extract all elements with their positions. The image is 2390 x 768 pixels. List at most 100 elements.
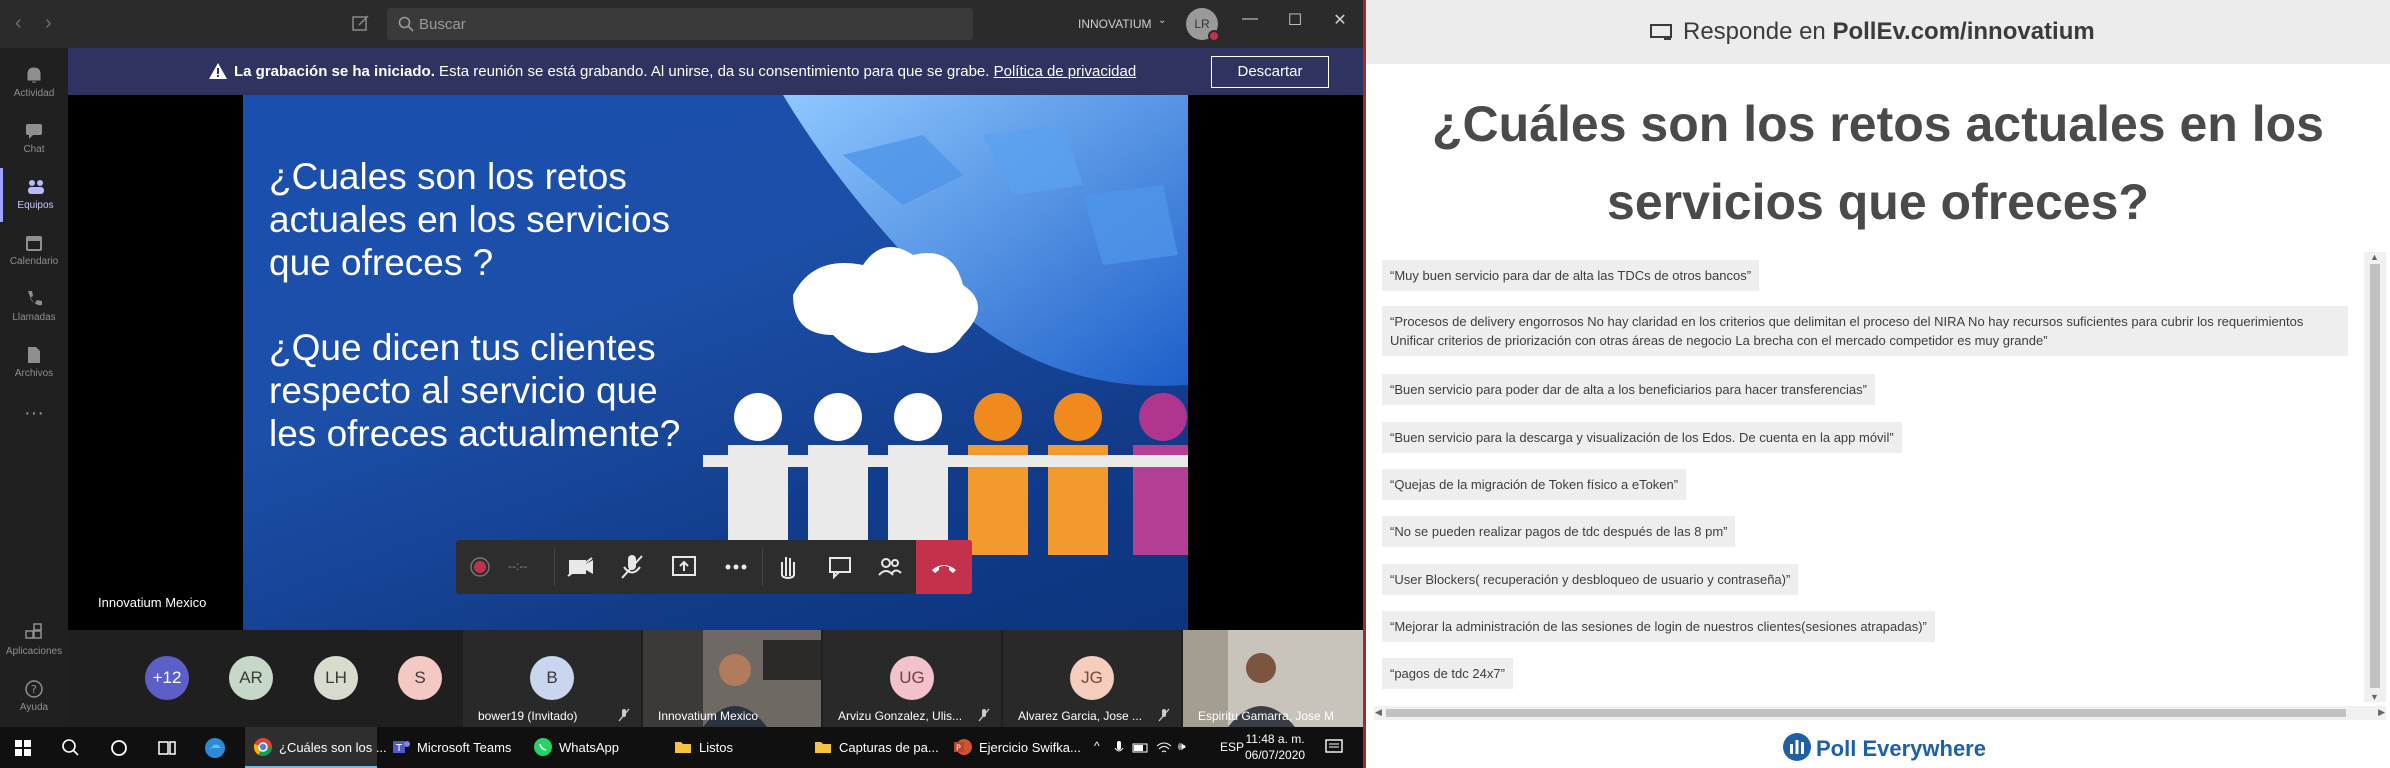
rail-label: Archivos [14,368,54,379]
windows-start-icon[interactable] [10,735,36,761]
compose-icon[interactable] [350,12,372,34]
rail-label: Equipos [17,200,54,211]
share-screen-icon[interactable] [660,540,708,594]
participant-avatar[interactable]: S [398,656,442,700]
participant-tile[interactable]: JG Alvarez Garcia, Jose ... [1003,630,1181,727]
task-view-icon[interactable] [154,735,180,761]
svg-text:?: ? [31,683,37,696]
org-switcher[interactable]: INNOVATIUM [1078,17,1152,31]
camera-off-icon[interactable] [556,540,604,594]
participant-tile[interactable]: Espiritu Gamarra, Jose Mar... [1183,630,1363,727]
taskbar-app-label: WhatsApp [559,740,619,755]
wifi-icon[interactable] [1156,740,1172,756]
speaker-icon[interactable]: 🕪 [1178,739,1186,754]
rail-chat[interactable]: Chat [0,112,68,166]
participant-name: Alvarez Garcia, Jose ... [1018,709,1143,723]
forward-arrow-icon[interactable]: › [45,12,52,35]
respond-instruction: Responde en PollEv.com/innovatium [1649,18,2095,46]
clock-date: 06/07/2020 [1245,748,1306,762]
participants-icon[interactable] [866,540,914,594]
scroll-thumb[interactable] [2370,264,2380,688]
scroll-right-icon[interactable]: ▶ [2378,707,2385,718]
response-item: “Buen servicio para la descarga y visual… [1382,422,1902,453]
taskbar-app-folder[interactable]: Listos [665,727,795,768]
screen-icon [1650,24,1672,40]
overflow-participants[interactable]: +12 [145,656,189,700]
input-language[interactable]: ESP [1220,740,1244,754]
microphone-icon[interactable] [1114,740,1124,756]
scroll-down-icon[interactable]: ▼ [2370,692,2379,702]
participant-tile[interactable]: Innovatium Mexico [643,630,821,727]
more-apps-icon[interactable]: ··· [0,402,68,425]
participant-avatar[interactable]: LH [314,656,358,700]
rail-teams[interactable]: Equipos [0,168,68,222]
chevron-down-icon[interactable]: ⌄ [1158,15,1166,26]
participant-tile[interactable]: UG Arvizu Gonzalez, Ulis... [823,630,1001,727]
response-item: “Procesos de delivery engorrosos No hay … [1382,306,2348,356]
vertical-scrollbar[interactable]: ▲ ▼ [2364,252,2386,702]
banner-message: La grabación se ha iniciado. Esta reunió… [234,63,1136,80]
taskbar-app-label: Ejercicio Swifka... [979,740,1081,755]
horizontal-scrollbar[interactable]: ◀ ▶ [1374,706,2386,720]
taskbar-app-folder[interactable]: Capturas de pa... [805,727,939,768]
scroll-thumb[interactable] [1386,709,2346,717]
avatar[interactable]: LR [1186,8,1220,42]
participant-tile[interactable]: B bower19 (Invitado) [463,630,641,727]
help-icon: ? [25,680,43,698]
taskbar-app-whatsapp[interactable]: WhatsApp [525,727,655,768]
dismiss-button[interactable]: Descartar [1211,56,1329,88]
rail-label: Aplicaciones [5,646,63,657]
taskbar-app-powerpoint[interactable]: P Ejercicio Swifka... [945,727,1081,768]
minimize-icon[interactable]: — [1235,10,1265,28]
taskbar-app-teams[interactable]: T Microsoft Teams [383,727,523,768]
poll-question: ¿Cuáles son los retos actuales en los se… [1366,85,2390,241]
search-input[interactable]: Buscar [387,8,973,40]
scroll-up-icon[interactable]: ▲ [2370,252,2379,262]
rail-label: Chat [23,144,45,155]
more-actions-icon[interactable] [712,540,760,594]
mic-muted-icon [618,708,630,722]
file-icon [28,347,40,363]
rail-calendar[interactable]: Calendario [0,224,68,278]
hang-up-button[interactable] [916,540,972,594]
slide-question-line: ¿Cuales son los retos [269,156,627,197]
search-icon[interactable] [58,735,84,761]
poll-question-line: servicios que ofreces? [1607,174,2149,230]
teams-app-icon: T [393,741,410,754]
back-arrow-icon[interactable]: ‹ [15,12,22,35]
mic-off-icon[interactable] [608,540,656,594]
record-icon[interactable] [456,540,504,594]
response-item: “Buen servicio para poder dar de alta a … [1382,374,1875,405]
scroll-left-icon[interactable]: ◀ [1375,707,1382,718]
rail-label: Actividad [13,88,55,99]
whatsapp-icon [534,738,552,756]
call-controls: --:-- [456,540,972,594]
participant-avatar[interactable]: AR [229,656,273,700]
recording-banner: La grabación se ha iniciado. Esta reunió… [68,48,1363,95]
response-item: “Mejorar la administración de las sesion… [1382,611,1935,642]
response-item: “Muy buen servicio para dar de alta las … [1382,260,1760,291]
maximize-icon[interactable]: ☐ [1280,10,1310,30]
poll-header: Responde en PollEv.com/innovatium [1366,0,2390,64]
slide-question-line: que ofreces ? [269,242,494,283]
chevron-up-icon[interactable]: ^ [1094,739,1100,753]
cortana-icon[interactable] [106,735,132,761]
privacy-link[interactable]: Política de privacidad [994,63,1137,80]
taskbar-clock[interactable]: 11:48 a. m. 06/07/2020 [1245,731,1305,763]
rail-apps[interactable]: Aplicaciones [0,614,68,668]
battery-icon[interactable] [1132,741,1150,755]
close-icon[interactable]: ✕ [1325,10,1355,30]
rail-files[interactable]: Archivos [0,336,68,390]
raise-hand-icon[interactable] [764,540,812,594]
chat-icon[interactable] [816,540,864,594]
rail-calls[interactable]: Llamadas [0,280,68,334]
taskbar-app-chrome[interactable]: ¿Cuáles son los ... [245,727,387,768]
response-item: “pagos de tdc 24x7” [1382,658,1513,689]
mic-muted-icon [1158,708,1170,722]
edge-icon[interactable] [202,735,228,761]
poll-url[interactable]: PollEv.com/innovatium [1832,18,2094,45]
slide-question-line: respecto al servicio que [269,370,658,411]
notification-icon[interactable] [1325,739,1343,755]
rail-activity[interactable]: Actividad [0,56,68,110]
rail-help[interactable]: ? Ayuda [0,670,68,724]
